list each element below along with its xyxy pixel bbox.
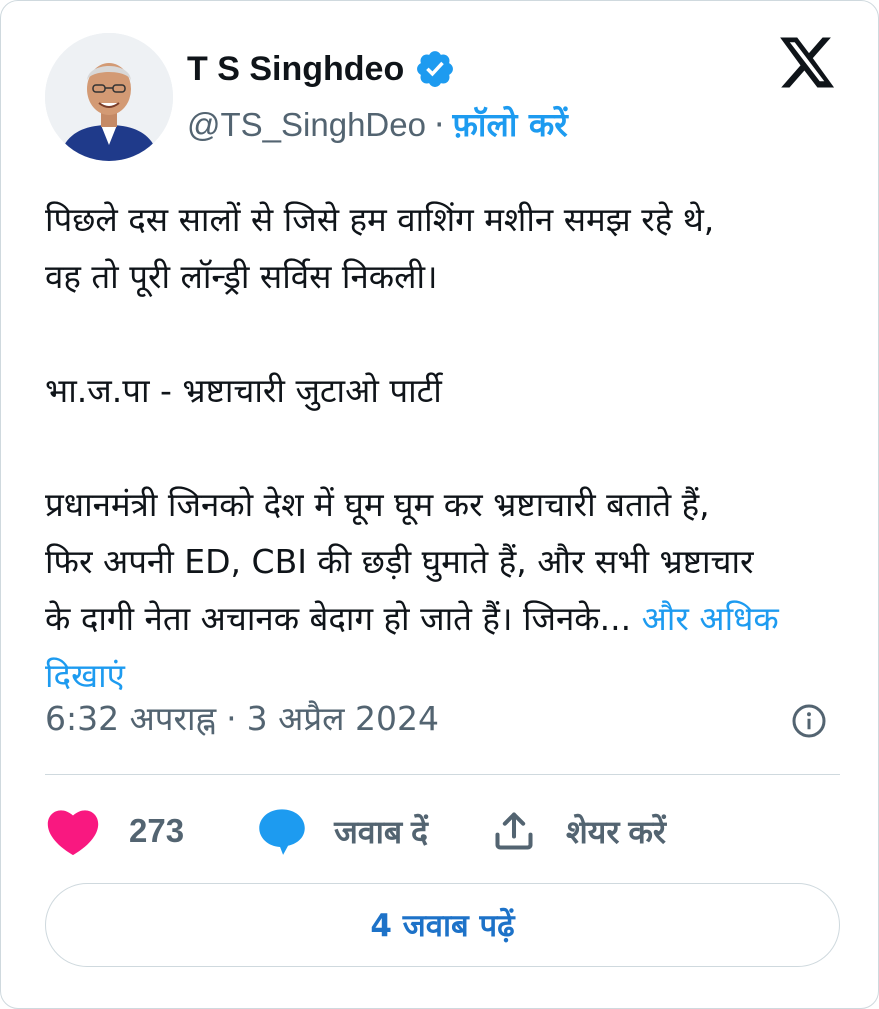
divider: [45, 774, 840, 775]
tweet-line: वह तो पूरी लॉन्ड्री सर्विस निकली।: [45, 257, 438, 296]
x-logo-icon[interactable]: [777, 37, 837, 93]
share-button[interactable]: शेयर करें: [492, 808, 666, 854]
tweet-date: 3 अप्रैल 2024: [246, 699, 439, 738]
tweet-paragraph: प्रधानमंत्री जिनको देश में घूम घूम कर भ्…: [45, 476, 845, 704]
tweet-time: 6:32 अपराह्न: [45, 699, 217, 738]
tweet-line: फिर अपनी ED, CBI की छड़ी घुमाते हैं, और …: [45, 542, 754, 581]
tweet-paragraph: पिछले दस सालों से जिसे हम वाशिंग मशीन सम…: [45, 191, 845, 305]
action-bar: 273 जवाब दें शेयर करें: [45, 801, 666, 861]
author-name[interactable]: T S Singhdeo: [187, 47, 404, 91]
author-handle[interactable]: @TS_SinghDeo: [187, 103, 426, 147]
author-handle-row: @TS_SinghDeo · फ़ॉलो करें: [187, 103, 568, 147]
tweet-paragraph: भा.ज.पा - भ्रष्टाचारी जुटाओ पार्टी: [45, 362, 845, 419]
author-name-row: T S Singhdeo: [187, 47, 456, 91]
read-replies-button[interactable]: 4 जवाब पढ़ें: [45, 883, 840, 967]
tweet-line: पिछले दस सालों से जिसे हम वाशिंग मशीन सम…: [45, 200, 715, 239]
reply-bubble-icon: [259, 809, 305, 855]
reply-label: जवाब दें: [334, 813, 429, 850]
follow-button[interactable]: फ़ॉलो करें: [452, 103, 567, 147]
info-icon[interactable]: [791, 703, 827, 739]
heart-icon: [47, 810, 99, 856]
tweet-timestamp[interactable]: 6:32 अपराह्न · 3 अप्रैल 2024: [45, 697, 439, 741]
avatar[interactable]: [45, 33, 173, 161]
avatar-photo: [45, 33, 173, 161]
separator-dot: ·: [433, 105, 445, 144]
reply-button[interactable]: जवाब दें: [256, 806, 428, 856]
tweet-line: भा.ज.पा - भ्रष्टाचारी जुटाओ पार्टी: [45, 371, 442, 410]
tweet-line: के दागी नेता अचानक बेदाग हो जाते हैं। जि…: [45, 599, 632, 638]
verified-badge-icon: [414, 48, 456, 90]
tweet-line: प्रधानमंत्री जिनको देश में घूम घूम कर भ्…: [45, 485, 710, 524]
share-upload-icon: [495, 812, 533, 850]
separator-dot: ·: [226, 699, 237, 738]
share-label: शेयर करें: [566, 813, 667, 850]
tweet-text: पिछले दस सालों से जिसे हम वाशिंग मशीन सम…: [45, 191, 845, 704]
like-count: 273: [129, 812, 185, 849]
like-button[interactable]: 273: [45, 806, 184, 856]
tweet-card: T S Singhdeo @TS_SinghDeo · फ़ॉलो करें प…: [0, 0, 879, 1009]
